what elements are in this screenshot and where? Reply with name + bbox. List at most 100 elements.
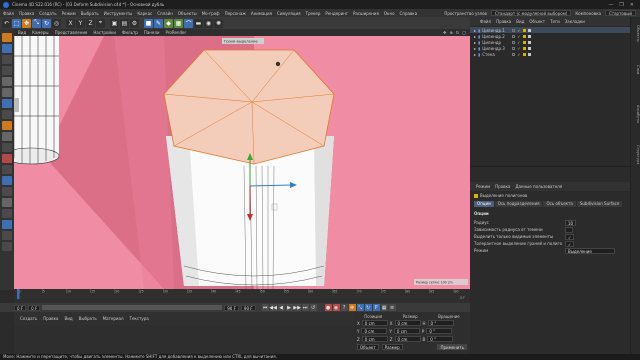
expand-arrow-icon[interactable]: ▸	[474, 52, 476, 57]
viewport-menu-item[interactable]: Настройки	[93, 30, 116, 35]
viewport-menu-item[interactable]: Вид	[18, 30, 26, 35]
zoom-icon[interactable]: ⊕	[450, 30, 453, 35]
max-frame-field[interactable]: 90 F	[240, 304, 256, 311]
object-name[interactable]: Цилиндр.1	[482, 28, 510, 33]
vertical-tab[interactable]: Слои	[632, 65, 640, 74]
tool-icon[interactable]	[2, 55, 12, 64]
viewport-menu-item[interactable]: Фильтр	[122, 30, 138, 35]
camera-icon[interactable]: ◉	[204, 18, 213, 28]
x-axis-icon[interactable]: X	[66, 18, 75, 28]
menu-item[interactable]: Справка	[400, 11, 418, 16]
object-row[interactable]: ▸ ▮ Стена ✓	[470, 51, 630, 57]
vertical-tab[interactable]: Структура	[632, 145, 640, 164]
tool-icon[interactable]	[2, 198, 12, 207]
phong-tag-icon[interactable]	[527, 40, 531, 44]
material-menu-item[interactable]: Создать	[20, 316, 37, 321]
viewport-menu-item[interactable]: Камеры	[32, 30, 48, 35]
menu-item[interactable]: Каркас	[137, 11, 152, 16]
phong-tag-icon[interactable]	[527, 28, 531, 32]
coord-system-icon[interactable]: ⌖	[96, 18, 105, 28]
orbit-icon[interactable]: ↻	[456, 30, 459, 35]
tool-icon[interactable]	[2, 165, 12, 174]
menu-item[interactable]: Симуляция	[277, 11, 300, 16]
attribute-tab[interactable]: Ось объекта	[543, 201, 576, 207]
z-axis-icon[interactable]: Z	[86, 18, 95, 28]
timeline[interactable]: 0 5 10 15 20 25 30 35 40 45 50 55 60 65 70 75 80 85 90 0 F	[14, 289, 470, 303]
viewport-menu-item[interactable]: Панели	[144, 30, 160, 35]
phong-tag-icon[interactable]	[527, 46, 531, 50]
key-rotation-icon[interactable]: ↻	[364, 304, 372, 311]
attribute-tab[interactable]: Ось подразделения	[494, 201, 543, 207]
pan-icon[interactable]: ✥	[443, 30, 446, 35]
attribute-menu-item[interactable]: Режим	[476, 184, 490, 189]
material-menu-item[interactable]: Правка	[43, 316, 58, 321]
tool-icon[interactable]	[2, 187, 12, 196]
vertical-tab[interactable]: Атрибуты	[632, 105, 640, 123]
key-position-icon[interactable]: ✥	[348, 304, 356, 311]
tool-icon[interactable]	[2, 66, 12, 75]
tool-icon[interactable]	[2, 176, 12, 185]
expand-arrow-icon[interactable]: ▸	[474, 34, 476, 39]
coord-value-field[interactable]: 0 °	[426, 328, 453, 334]
enabled-check-icon[interactable]: ✓	[517, 52, 520, 57]
go-end-icon[interactable]: ⏭	[301, 304, 309, 311]
attribute-field-value[interactable]	[565, 226, 573, 233]
render-view-icon[interactable]: ▣	[110, 18, 119, 28]
phong-tag-icon[interactable]	[527, 34, 531, 38]
visibility-toggle-icon[interactable]	[512, 34, 516, 38]
menu-item[interactable]: Объекты	[178, 11, 197, 16]
selection-tag-icon[interactable]	[522, 28, 526, 32]
object-menu-item[interactable]: Закладки	[565, 19, 585, 24]
material-menu-item[interactable]: Материал	[103, 316, 124, 321]
timeline-ruler[interactable]: 0 5 10 15 20 25 30 35 40 45 50 55 60 65 70 75 80 85 900 F	[14, 289, 470, 303]
enabled-check-icon[interactable]: ✓	[517, 46, 520, 51]
object-menu-item[interactable]: Теги	[550, 19, 560, 24]
menu-item[interactable]: Правка	[19, 11, 34, 16]
menu-item[interactable]: Выбрать	[81, 11, 99, 16]
maximize-view-icon[interactable]: ▢	[462, 30, 466, 35]
y-axis-icon[interactable]: Y	[76, 18, 85, 28]
attribute-tab[interactable]: Опции	[474, 201, 494, 207]
rotate-icon[interactable]: ↻	[42, 18, 51, 28]
coord-size-dropdown[interactable]: Размер	[381, 344, 403, 350]
step-back-icon[interactable]: ◀	[277, 304, 285, 311]
menu-item[interactable]: Файл	[3, 11, 14, 16]
attribute-tab[interactable]: Subdivision Surface	[576, 201, 623, 207]
expand-arrow-icon[interactable]: ▸	[474, 46, 476, 51]
menu-item[interactable]: Инструменты	[104, 11, 133, 16]
enabled-check-icon[interactable]: ✓	[517, 28, 520, 33]
tool-icon[interactable]	[2, 110, 12, 119]
frame-range-slider[interactable]	[42, 305, 223, 310]
scale-icon[interactable]: ⤡	[32, 18, 41, 28]
apply-button[interactable]: Применить	[437, 344, 467, 350]
key-selection-icon[interactable]: ?	[340, 304, 348, 311]
start-frame-field[interactable]: 0 F	[14, 304, 27, 311]
visibility-toggle-icon[interactable]	[512, 28, 516, 32]
object-name[interactable]: Цилиндр.3	[482, 46, 510, 51]
selected-top-polygons[interactable]	[163, 49, 335, 165]
tool-icon[interactable]	[2, 132, 12, 141]
pen-icon[interactable]: ✎	[154, 18, 163, 28]
coord-value-field[interactable]: 0 cm	[394, 336, 421, 342]
menu-item[interactable]: Рендеринг	[325, 11, 348, 16]
menu-item[interactable]: Анимация	[251, 11, 272, 16]
object-name[interactable]: Цилиндр	[482, 40, 510, 45]
3d-viewport[interactable]: Грани-выделение Размер сетки: 100 cm	[14, 36, 470, 289]
playhead[interactable]	[17, 289, 20, 299]
selection-tag-icon[interactable]	[522, 52, 526, 56]
render-pv-icon[interactable]: ▤	[120, 18, 129, 28]
maximize-button[interactable]: ❐	[619, 2, 623, 8]
coord-value-field[interactable]: 0 °	[427, 336, 454, 342]
subdivision-icon[interactable]: ◆	[164, 18, 173, 28]
end-frame-field[interactable]: 90 F	[224, 304, 239, 311]
selection-tag-icon[interactable]	[522, 34, 526, 38]
timeline-menu-icon[interactable]: ≡	[388, 304, 396, 311]
tool-icon[interactable]	[2, 121, 12, 130]
loop-icon[interactable]: ↺	[309, 304, 317, 311]
coord-value-field[interactable]: 0 cm	[361, 328, 388, 334]
go-start-icon[interactable]: ⏮	[261, 304, 269, 311]
material-menu-item[interactable]: Текстура	[130, 316, 149, 321]
current-frame-field[interactable]: 0 F	[28, 304, 41, 311]
menu-item[interactable]: Создать	[39, 11, 56, 16]
menu-item[interactable]: Трекер	[306, 11, 321, 16]
